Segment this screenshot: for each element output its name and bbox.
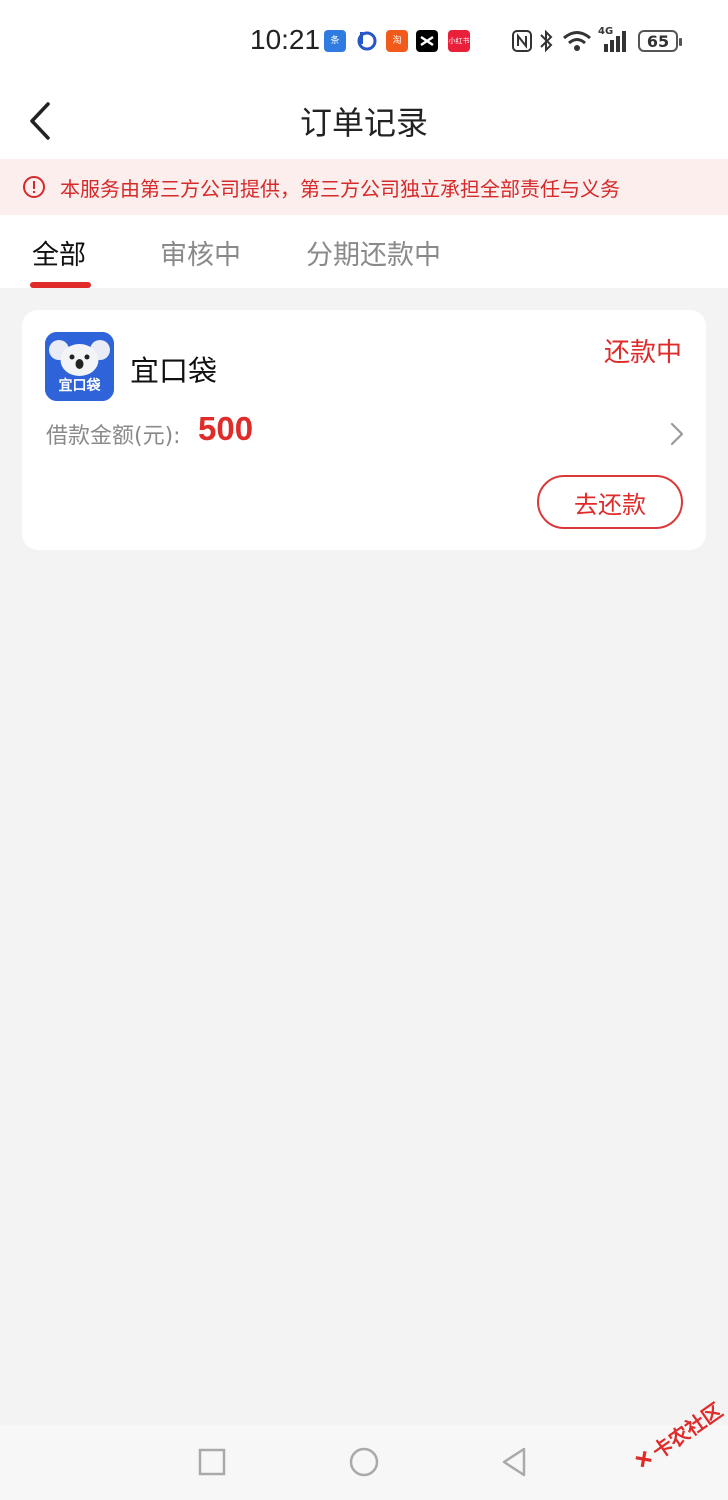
toutiao-icon: 条 (324, 30, 346, 52)
tab-all[interactable]: 全部 (32, 233, 86, 272)
amount-label: 借款金额(元): (46, 424, 181, 449)
baidu-icon (357, 31, 377, 51)
tab-active-indicator (30, 282, 91, 288)
battery-level: 65 (646, 31, 670, 51)
triangle-back-icon[interactable] (498, 1445, 532, 1479)
repay-button[interactable]: 去还款 (537, 475, 683, 529)
tab-reviewing[interactable]: 审核中 (160, 233, 241, 272)
alert-circle-icon (23, 176, 45, 198)
taobao-icon: 淘 (386, 30, 408, 52)
tab-bar: 全部 审核中 分期还款中 (0, 215, 728, 288)
tab-installment[interactable]: 分期还款中 (306, 233, 441, 272)
status-bar: 10:21 条 淘 小红书 4G 65 (0, 0, 728, 84)
signal-icon (604, 31, 626, 52)
notice-banner: 本服务由第三方公司提供，第三方公司独立承担全部责任与义务 (0, 159, 728, 215)
notice-text: 本服务由第三方公司提供，第三方公司独立承担全部责任与义务 (60, 176, 620, 201)
logo-text: 宜口袋 (58, 378, 101, 394)
order-status: 还款中 (603, 338, 682, 368)
bluetooth-icon (540, 29, 553, 53)
status-time: 10:21 (250, 24, 321, 55)
app-logo: 宜口袋 (45, 332, 114, 401)
xiaohongshu-icon: 小红书 (448, 30, 470, 52)
app-name: 宜口袋 (130, 354, 218, 388)
circle-icon[interactable] (347, 1445, 381, 1479)
wifi-icon (563, 31, 591, 51)
chevron-right-icon[interactable] (668, 420, 686, 448)
square-icon[interactable] (195, 1445, 229, 1479)
nfc-icon (512, 30, 532, 52)
page-title: 订单记录 (299, 104, 428, 142)
nav-bar: 订单记录 (0, 84, 728, 159)
amount-value: 500 (198, 410, 254, 447)
system-nav-bar (0, 1425, 728, 1500)
capcut-icon (416, 30, 438, 52)
order-card[interactable]: 宜口袋 宜口袋 还款中 借款金额(元): 500 去还款 (22, 310, 706, 550)
battery-icon: 65 (638, 30, 682, 52)
